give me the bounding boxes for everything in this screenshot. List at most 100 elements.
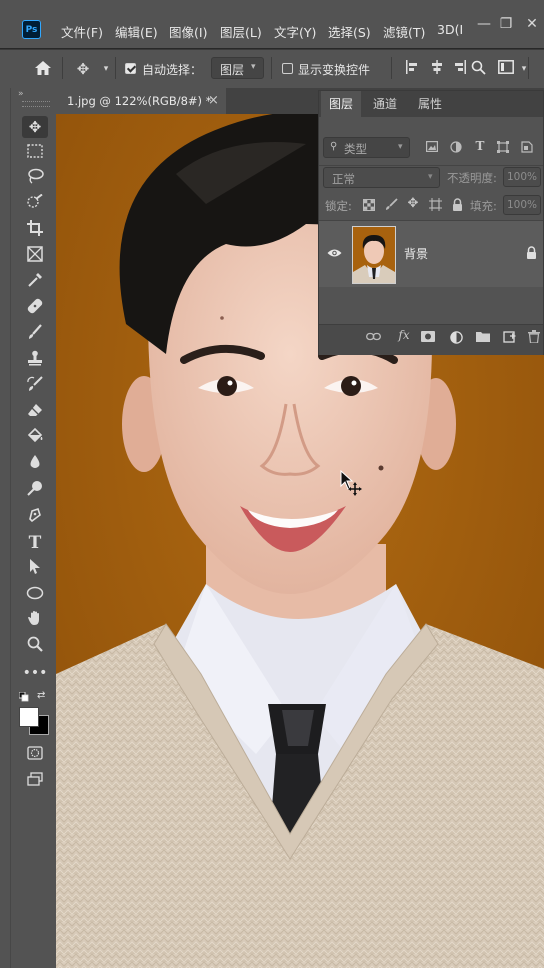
transform-controls-checkbox[interactable] (282, 63, 293, 74)
new-group-icon[interactable] (476, 331, 490, 345)
blend-mode-dropdown[interactable]: 正常 ▾ (323, 167, 440, 188)
toolbar-grip[interactable] (22, 101, 50, 107)
eye-icon[interactable] (327, 247, 342, 261)
paint-bucket-icon[interactable] (22, 427, 48, 450)
quick-select-icon[interactable] (22, 193, 48, 216)
home-icon[interactable] (33, 60, 53, 80)
menu-3d[interactable]: 3D(I (437, 22, 463, 37)
foreground-color-swatch[interactable] (19, 707, 39, 727)
hand-icon[interactable] (22, 610, 48, 632)
clone-stamp-icon[interactable] (22, 350, 48, 372)
search-icon: ⚲ (330, 141, 338, 152)
fill-label: 填充: (470, 199, 497, 213)
menu-type[interactable]: 文字(Y) (274, 22, 316, 41)
menu-select[interactable]: 选择(S) (328, 22, 371, 41)
align-left-icon[interactable] (403, 60, 421, 78)
close-window-icon[interactable]: ✕ (520, 12, 544, 36)
chevron-down-icon: ▾ (251, 62, 256, 72)
shape-filter-icon[interactable] (496, 141, 510, 156)
lock-artboard-icon[interactable] (428, 198, 442, 214)
transform-controls-label: 显示变换控件 (298, 63, 371, 77)
quick-mask-icon[interactable] (22, 744, 48, 766)
menu-edit[interactable]: 编辑(E) (115, 22, 158, 41)
marquee-icon[interactable] (22, 142, 48, 164)
collapse-panel-icon[interactable]: » (18, 89, 24, 99)
lasso-icon[interactable] (22, 168, 48, 190)
filter-kind-value: 类型 (344, 142, 367, 156)
divider (271, 57, 272, 79)
crop-icon[interactable] (22, 220, 48, 242)
path-select-icon[interactable] (22, 558, 48, 580)
layer-filter-dropdown[interactable]: ⚲ 类型 ▾ (323, 137, 410, 158)
pixel-filter-icon[interactable] (425, 141, 439, 155)
blend-mode-value: 正常 (332, 172, 355, 186)
lock-all-icon[interactable] (450, 198, 464, 214)
screen-mode-icon[interactable] (22, 770, 48, 792)
default-colors-icon[interactable] (18, 691, 29, 705)
auto-select-label: 自动选择： (142, 63, 203, 77)
tab-channels[interactable]: 通道 (363, 91, 407, 117)
pen-icon[interactable] (22, 506, 48, 528)
align-right-icon[interactable] (451, 60, 469, 78)
search-icon[interactable] (469, 60, 487, 79)
swap-colors-icon[interactable]: ⇄ (37, 690, 45, 701)
eraser-icon[interactable] (22, 402, 48, 424)
auto-select-target-dropdown[interactable]: 图层 ▾ (211, 57, 264, 79)
type-icon[interactable]: T (22, 532, 48, 554)
fill-field[interactable]: 100% (503, 195, 541, 215)
chevron-down-icon: ▾ (398, 142, 403, 152)
layer-thumbnail (352, 226, 396, 284)
brush-icon[interactable] (22, 324, 48, 346)
healing-brush-icon[interactable] (22, 298, 48, 320)
zoom-icon[interactable] (22, 636, 48, 658)
menu-layer[interactable]: 图层(L) (220, 22, 262, 41)
layer-name[interactable]: 背景 (404, 245, 428, 262)
auto-select-checkbox[interactable] (125, 63, 136, 74)
move-tool-preset-icon[interactable]: ✥ (74, 60, 92, 78)
add-mask-icon[interactable] (421, 331, 435, 345)
fill-value: 100% (507, 199, 538, 211)
history-brush-icon[interactable] (22, 376, 48, 398)
adjustment-layer-icon[interactable] (449, 331, 463, 347)
divider (62, 57, 63, 79)
minimize-icon[interactable]: — (472, 12, 496, 36)
ellipse-icon[interactable] (22, 584, 48, 606)
opacity-field[interactable]: 100% (503, 167, 541, 187)
restore-icon[interactable]: ❐ (494, 12, 518, 36)
divider (319, 165, 543, 166)
align-center-icon[interactable] (428, 60, 446, 78)
eyedropper-icon[interactable] (22, 272, 48, 294)
more-tools-icon[interactable]: ••• (22, 662, 48, 684)
layer-row[interactable]: 背景 (319, 221, 543, 287)
tab-properties[interactable]: 属性 (409, 91, 451, 117)
document-tab[interactable]: 1.jpg @ 122%(RGB/8#) * × (56, 88, 226, 114)
link-layers-icon[interactable] (366, 331, 381, 344)
lock-icon (526, 246, 537, 262)
menu-image[interactable]: 图像(I) (169, 22, 207, 41)
lock-position-icon[interactable]: ✥ (406, 196, 420, 211)
chevron-down-icon[interactable]: ▾ (515, 64, 533, 74)
type-filter-icon[interactable]: T (473, 139, 487, 153)
lock-label: 锁定: (325, 199, 352, 213)
lock-transparent-icon[interactable] (362, 199, 376, 214)
layers-panel-footer: fx (319, 324, 543, 355)
menu-file[interactable]: 文件(F) (61, 22, 103, 41)
move-icon[interactable]: ✥ (22, 116, 48, 138)
chevron-down-icon[interactable]: ▾ (97, 64, 115, 74)
dodge-icon[interactable] (22, 480, 48, 502)
layer-style-fx-icon[interactable]: fx (395, 328, 413, 342)
adjustment-filter-icon[interactable] (449, 141, 463, 156)
menu-filter[interactable]: 滤镜(T) (383, 22, 425, 41)
divider (391, 57, 392, 79)
lock-pixels-icon[interactable] (384, 198, 398, 214)
blur-icon[interactable] (22, 454, 48, 476)
workspace-icon[interactable] (497, 60, 515, 78)
frame-icon[interactable] (22, 246, 48, 268)
new-layer-icon[interactable] (502, 330, 516, 346)
tab-layers[interactable]: 图层 (321, 91, 361, 117)
close-tab-icon[interactable]: × (208, 88, 219, 114)
smart-object-filter-icon[interactable] (520, 141, 534, 156)
dropdown-value: 图层 (220, 63, 245, 77)
divider (115, 57, 116, 79)
delete-layer-icon[interactable] (527, 330, 541, 346)
